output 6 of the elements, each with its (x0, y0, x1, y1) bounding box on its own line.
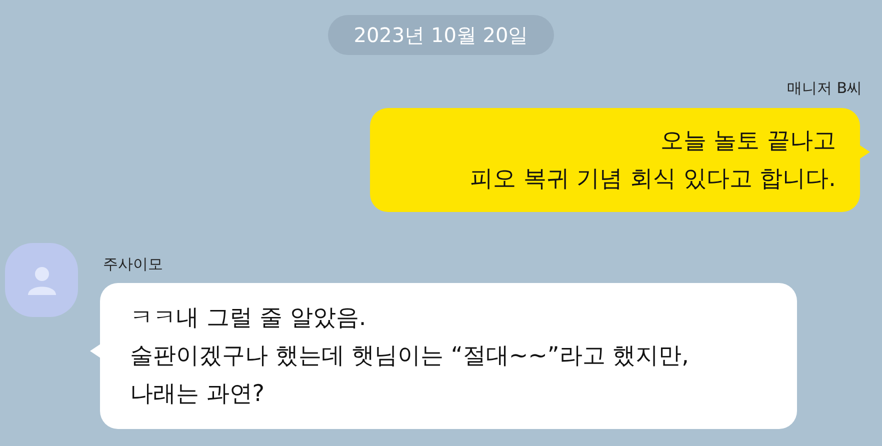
sent-message-bubble: 오늘 놀토 끝나고 피오 복귀 기념 회식 있다고 합니다. (370, 108, 860, 212)
sender-name: 매니저 B씨 (786, 78, 862, 99)
bubble-tail-icon (858, 144, 870, 160)
sender-name: 주사이모 (102, 254, 164, 274)
bubble-tail-icon (90, 343, 102, 359)
received-message-bubble: ㅋㅋ내 그럴 줄 알았음. 술판이겠구나 했는데 햇님이는 “절대~~”라고 했지만, 나래는 과연? (100, 283, 797, 429)
